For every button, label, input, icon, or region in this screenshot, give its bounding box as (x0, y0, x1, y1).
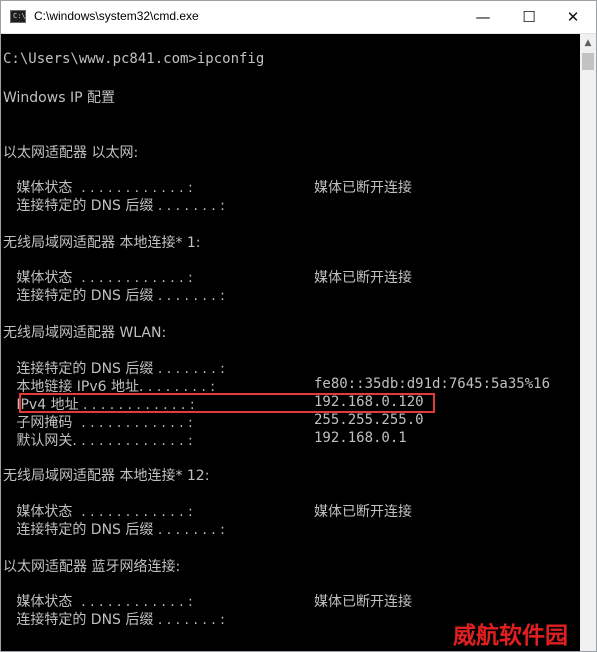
ipv6-address-value: fe80::35db:d91d:7645:5a35%16 (314, 376, 551, 392)
console-row-label: 媒体状态 . . . . . . . . . . . . : (3, 504, 193, 520)
ip-config-header: Windows IP 配置 (3, 90, 115, 106)
console-row-label: 连接特定的 DNS 后缀 . . . . . . . : (3, 612, 225, 628)
ipv4-highlight-box (19, 393, 435, 413)
adapter-title: 以太网适配器 以太网: (3, 145, 139, 161)
cmd-window: C:\ C:\windows\system32\cmd.exe — ☐ ✕ C:… (0, 0, 597, 652)
console-row-value: 媒体已断开连接 (314, 270, 412, 286)
console-row-label: 连接特定的 DNS 后缀 . . . . . . . : (3, 522, 225, 538)
vertical-scrollbar[interactable]: ▲ (580, 34, 596, 651)
adapter-title: 以太网适配器 蓝牙网络连接: (3, 559, 181, 575)
default-gateway-value: 192.168.0.1 (314, 430, 407, 446)
command-prompt: C:\Users\www.pc841.com>ipconfig (3, 51, 265, 67)
title-bar[interactable]: C:\ C:\windows\system32\cmd.exe — ☐ ✕ (1, 1, 596, 34)
scrollbar-thumb[interactable] (582, 53, 594, 70)
console-row-value: 媒体已断开连接 (314, 180, 412, 196)
adapter-title: 无线局域网适配器 本地连接* 1: (3, 235, 201, 251)
maximize-button[interactable]: ☐ (506, 1, 552, 33)
minimize-button[interactable]: — (460, 1, 506, 33)
console-row-label: 本地链接 IPv6 地址. . . . . . . . : (3, 379, 215, 395)
console-row-value: 媒体已断开连接 (314, 594, 412, 610)
console-output[interactable]: C:\Users\www.pc841.com>ipconfig Windows … (1, 34, 579, 651)
adapter-title: 无线局域网适配器 WLAN: (3, 325, 167, 341)
console-row-label: 子网掩码 . . . . . . . . . . . . : (3, 415, 193, 431)
console-row-label: 连接特定的 DNS 后缀 . . . . . . . : (3, 288, 225, 304)
console-row-label: 连接特定的 DNS 后缀 . . . . . . . : (3, 198, 225, 214)
watermark-logo: 威航软件园 (453, 622, 568, 649)
scroll-up-arrow-icon[interactable]: ▲ (580, 34, 596, 51)
cmd-app-icon[interactable]: C:\ (10, 10, 26, 23)
subnet-mask-value: 255.255.255.0 (314, 412, 424, 428)
console-row-label: 媒体状态 . . . . . . . . . . . . : (3, 270, 193, 286)
adapter-title: 无线局域网适配器 本地连接* 12: (3, 468, 210, 484)
console-row-label: 默认网关. . . . . . . . . . . . . : (3, 433, 193, 449)
cmd-app-icon-label: C:\ (13, 12, 26, 20)
console-row-label: 连接特定的 DNS 后缀 . . . . . . . : (3, 361, 225, 377)
window-title: C:\windows\system32\cmd.exe (34, 9, 199, 23)
close-button[interactable]: ✕ (550, 1, 596, 33)
console-row-label: 媒体状态 . . . . . . . . . . . . : (3, 180, 193, 196)
console-row-value: 媒体已断开连接 (314, 504, 412, 520)
console-row-label: 媒体状态 . . . . . . . . . . . . : (3, 594, 193, 610)
